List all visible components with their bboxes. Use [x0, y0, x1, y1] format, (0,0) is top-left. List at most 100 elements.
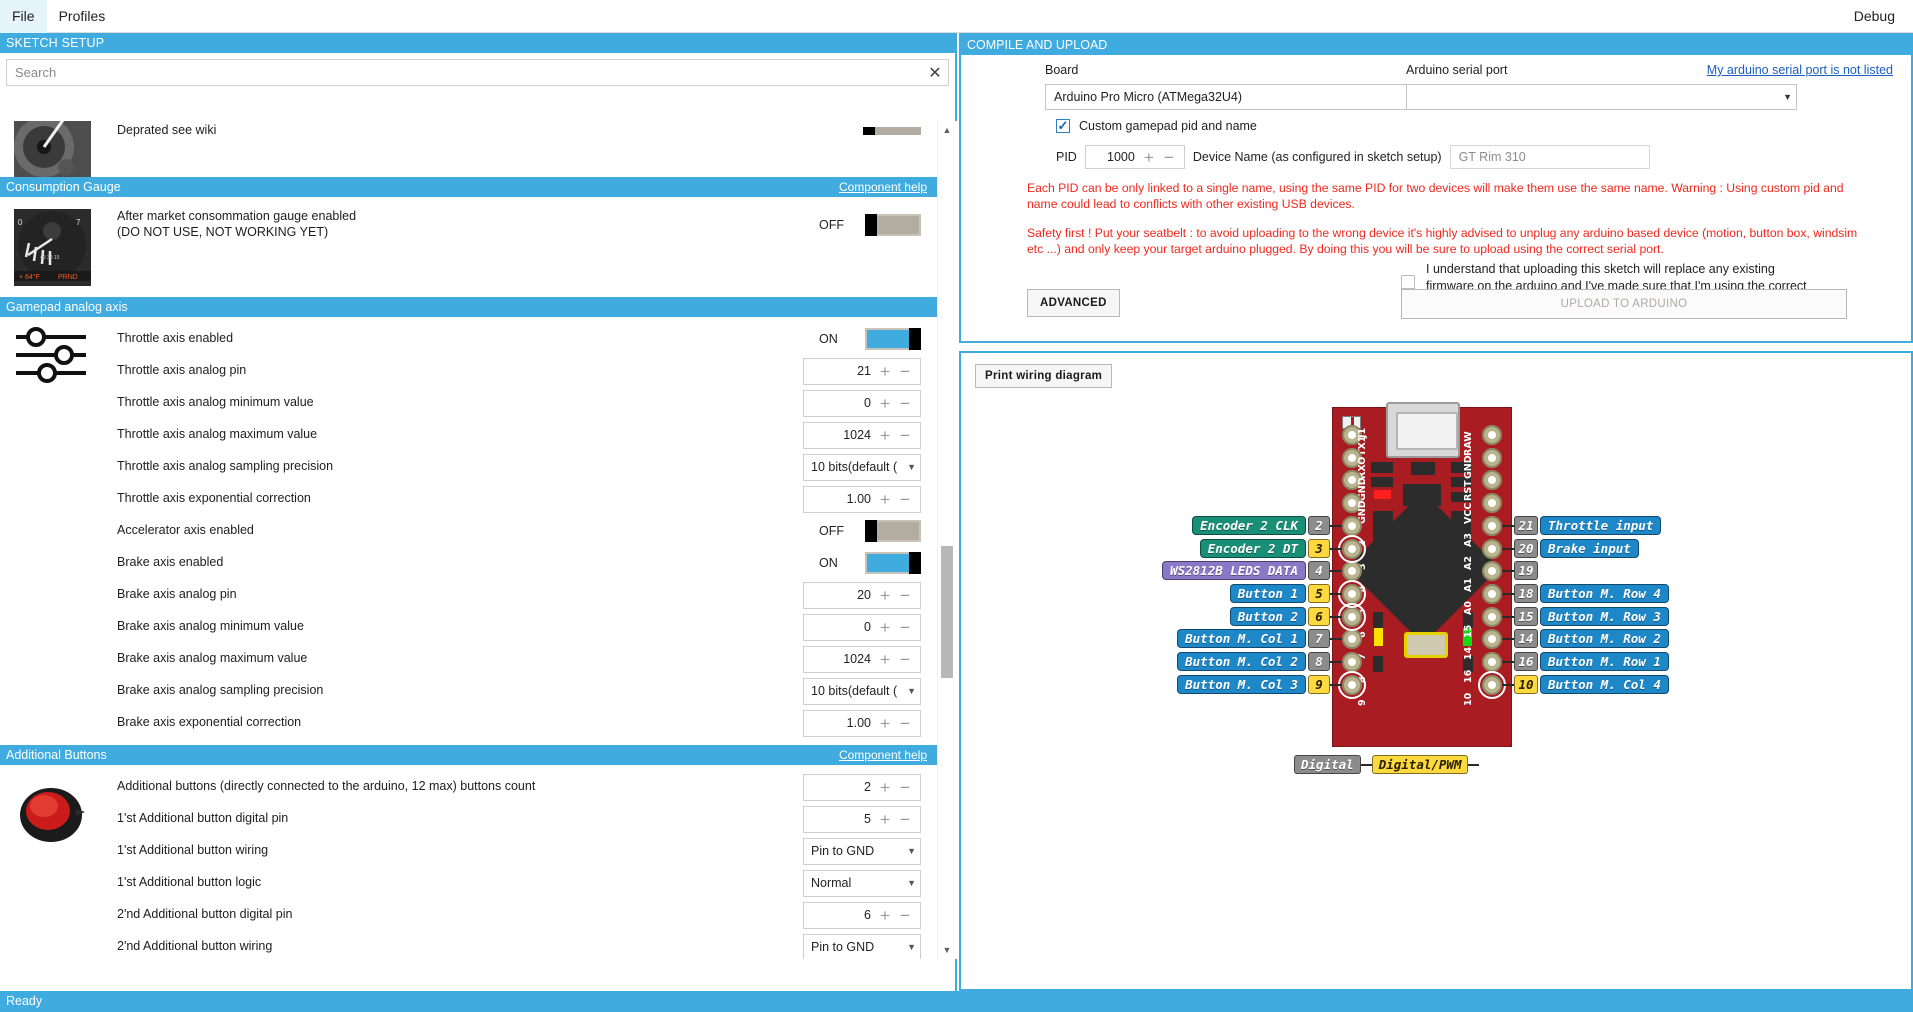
settings-row: Brake axis exponential correction 1.00 +… [0, 707, 939, 739]
svg-text:PRND: PRND [58, 274, 78, 281]
menu-item-file[interactable]: File [0, 0, 47, 33]
enable-toggle[interactable] [865, 328, 921, 350]
value-stepper[interactable]: 21 + − [803, 358, 921, 385]
value-stepper[interactable]: 1.00 + − [803, 710, 921, 737]
minus-icon[interactable]: − [895, 587, 915, 604]
option-select[interactable]: Normal ▼ [803, 870, 921, 897]
plus-icon[interactable]: + [875, 811, 895, 828]
stepper-value: 1024 [804, 428, 875, 442]
pid-stepper[interactable]: 1000 + − [1085, 145, 1185, 169]
option-select[interactable]: Pin to GND ▼ [803, 838, 921, 865]
plus-icon[interactable]: + [875, 491, 895, 508]
value-stepper[interactable]: 5 + − [803, 806, 921, 833]
minus-icon[interactable]: − [895, 619, 915, 636]
usb-connector [1386, 402, 1460, 458]
smd-component [1413, 516, 1429, 538]
pad-hole [1348, 476, 1356, 484]
lead-line [1502, 661, 1514, 663]
plus-icon[interactable]: + [875, 779, 895, 796]
minus-icon[interactable]: − [895, 427, 915, 444]
left-scrollbar[interactable]: ▲ ▼ [937, 121, 955, 959]
custom-pid-checkbox[interactable]: ✓ [1056, 119, 1070, 133]
menu-item-debug[interactable]: Debug [1836, 0, 1913, 33]
minus-icon[interactable]: − [895, 491, 915, 508]
scroll-up-icon[interactable]: ▲ [938, 121, 956, 139]
value-stepper[interactable]: 20 + − [803, 582, 921, 609]
pad-hole [1488, 454, 1496, 462]
pad-hole [1348, 499, 1356, 507]
value-stepper[interactable]: 1024 + − [803, 646, 921, 673]
plus-icon[interactable]: + [875, 619, 895, 636]
value-stepper[interactable]: 2 + − [803, 774, 921, 801]
toggle-knob [863, 127, 875, 135]
component-help-link[interactable]: Component help [839, 745, 927, 765]
setting-label: Accelerator axis enabled [117, 523, 819, 539]
toggle-state: OFF [819, 524, 847, 538]
scrollbar-thumb[interactable] [941, 546, 953, 678]
settings-group-additional-buttons: Additional buttons (directly connected t… [0, 765, 939, 959]
search-bar[interactable]: ✕ [6, 59, 949, 86]
serial-port-select[interactable]: ▼ [1406, 84, 1797, 110]
minus-icon[interactable]: − [895, 907, 915, 924]
minus-icon[interactable]: − [895, 363, 915, 380]
board-pad [1342, 516, 1362, 536]
enable-toggle[interactable] [865, 552, 921, 574]
arduino-wiring-diagram: TX1RXOGNDGND23456789J1RAWGNDRSTVCCA3A2A1… [961, 353, 1911, 989]
understand-checkbox[interactable] [1401, 275, 1415, 289]
select-value: 10 bits(default ( [811, 460, 903, 474]
search-input[interactable] [7, 60, 922, 85]
value-stepper[interactable]: 1024 + − [803, 422, 921, 449]
pid-row: PID 1000 + − Device Name (as configured … [1056, 145, 1650, 169]
plus-icon[interactable]: + [875, 715, 895, 732]
menu-item-profiles[interactable]: Profiles [47, 0, 118, 33]
enable-toggle[interactable] [865, 520, 921, 542]
setting-label: Throttle axis analog pin [117, 363, 803, 379]
minus-icon[interactable]: − [1159, 149, 1179, 166]
stepper-value: 5 [804, 812, 875, 826]
setting-label: Throttle axis analog sampling precision [117, 459, 803, 475]
status-bar: Ready [0, 991, 1913, 1012]
value-stepper[interactable]: 0 + − [803, 390, 921, 417]
pin-number: 5 [1308, 584, 1330, 603]
setting-label: After market consommation gauge enabled … [117, 209, 819, 240]
value-stepper[interactable]: 1.00 + − [803, 486, 921, 513]
setting-label: Brake axis exponential correction [117, 715, 803, 731]
option-select[interactable]: 10 bits(default ( ▼ [803, 678, 921, 705]
chevron-down-icon: ▼ [903, 686, 916, 696]
enable-toggle[interactable] [865, 214, 921, 236]
plus-icon[interactable]: + [875, 395, 895, 412]
advanced-button[interactable]: ADVANCED [1027, 289, 1120, 317]
stepper-value: 6 [804, 908, 875, 922]
pad-hole [1488, 567, 1496, 575]
scroll-down-icon[interactable]: ▼ [938, 941, 956, 959]
stepper-value: 0 [804, 396, 875, 410]
plus-icon[interactable]: + [875, 651, 895, 668]
close-icon[interactable]: ✕ [922, 63, 948, 83]
minus-icon[interactable]: − [895, 811, 915, 828]
board-select[interactable]: Arduino Pro Micro (ATMega32U4) ▼ [1045, 84, 1435, 110]
pin-number: 20 [1514, 539, 1538, 558]
lead-line [1502, 684, 1514, 686]
serial-port-not-listed-link[interactable]: My arduino serial port is not listed [1707, 63, 1893, 77]
plus-icon[interactable]: + [875, 907, 895, 924]
pin-function-tag: Throttle input [1540, 516, 1661, 535]
minus-icon[interactable]: − [895, 651, 915, 668]
value-stepper[interactable]: 6 + − [803, 902, 921, 929]
minus-icon[interactable]: − [895, 715, 915, 732]
enable-toggle[interactable] [865, 127, 921, 135]
plus-icon[interactable]: + [875, 587, 895, 604]
option-select[interactable]: Pin to GND ▼ [803, 934, 921, 960]
plus-icon[interactable]: + [1139, 149, 1159, 166]
minus-icon[interactable]: − [895, 395, 915, 412]
device-name-field[interactable]: GT Rim 310 [1450, 145, 1650, 169]
plus-icon[interactable]: + [875, 427, 895, 444]
component-help-link[interactable]: Component help [839, 177, 927, 197]
value-stepper[interactable]: 0 + − [803, 614, 921, 641]
pad-label: GND [1463, 455, 1474, 479]
setting-label: Brake axis analog sampling precision [117, 683, 803, 699]
smd-component [1411, 462, 1435, 475]
option-select[interactable]: 10 bits(default ( ▼ [803, 454, 921, 481]
upload-to-arduino-button[interactable]: UPLOAD TO ARDUINO [1401, 289, 1847, 319]
minus-icon[interactable]: − [895, 779, 915, 796]
plus-icon[interactable]: + [875, 363, 895, 380]
